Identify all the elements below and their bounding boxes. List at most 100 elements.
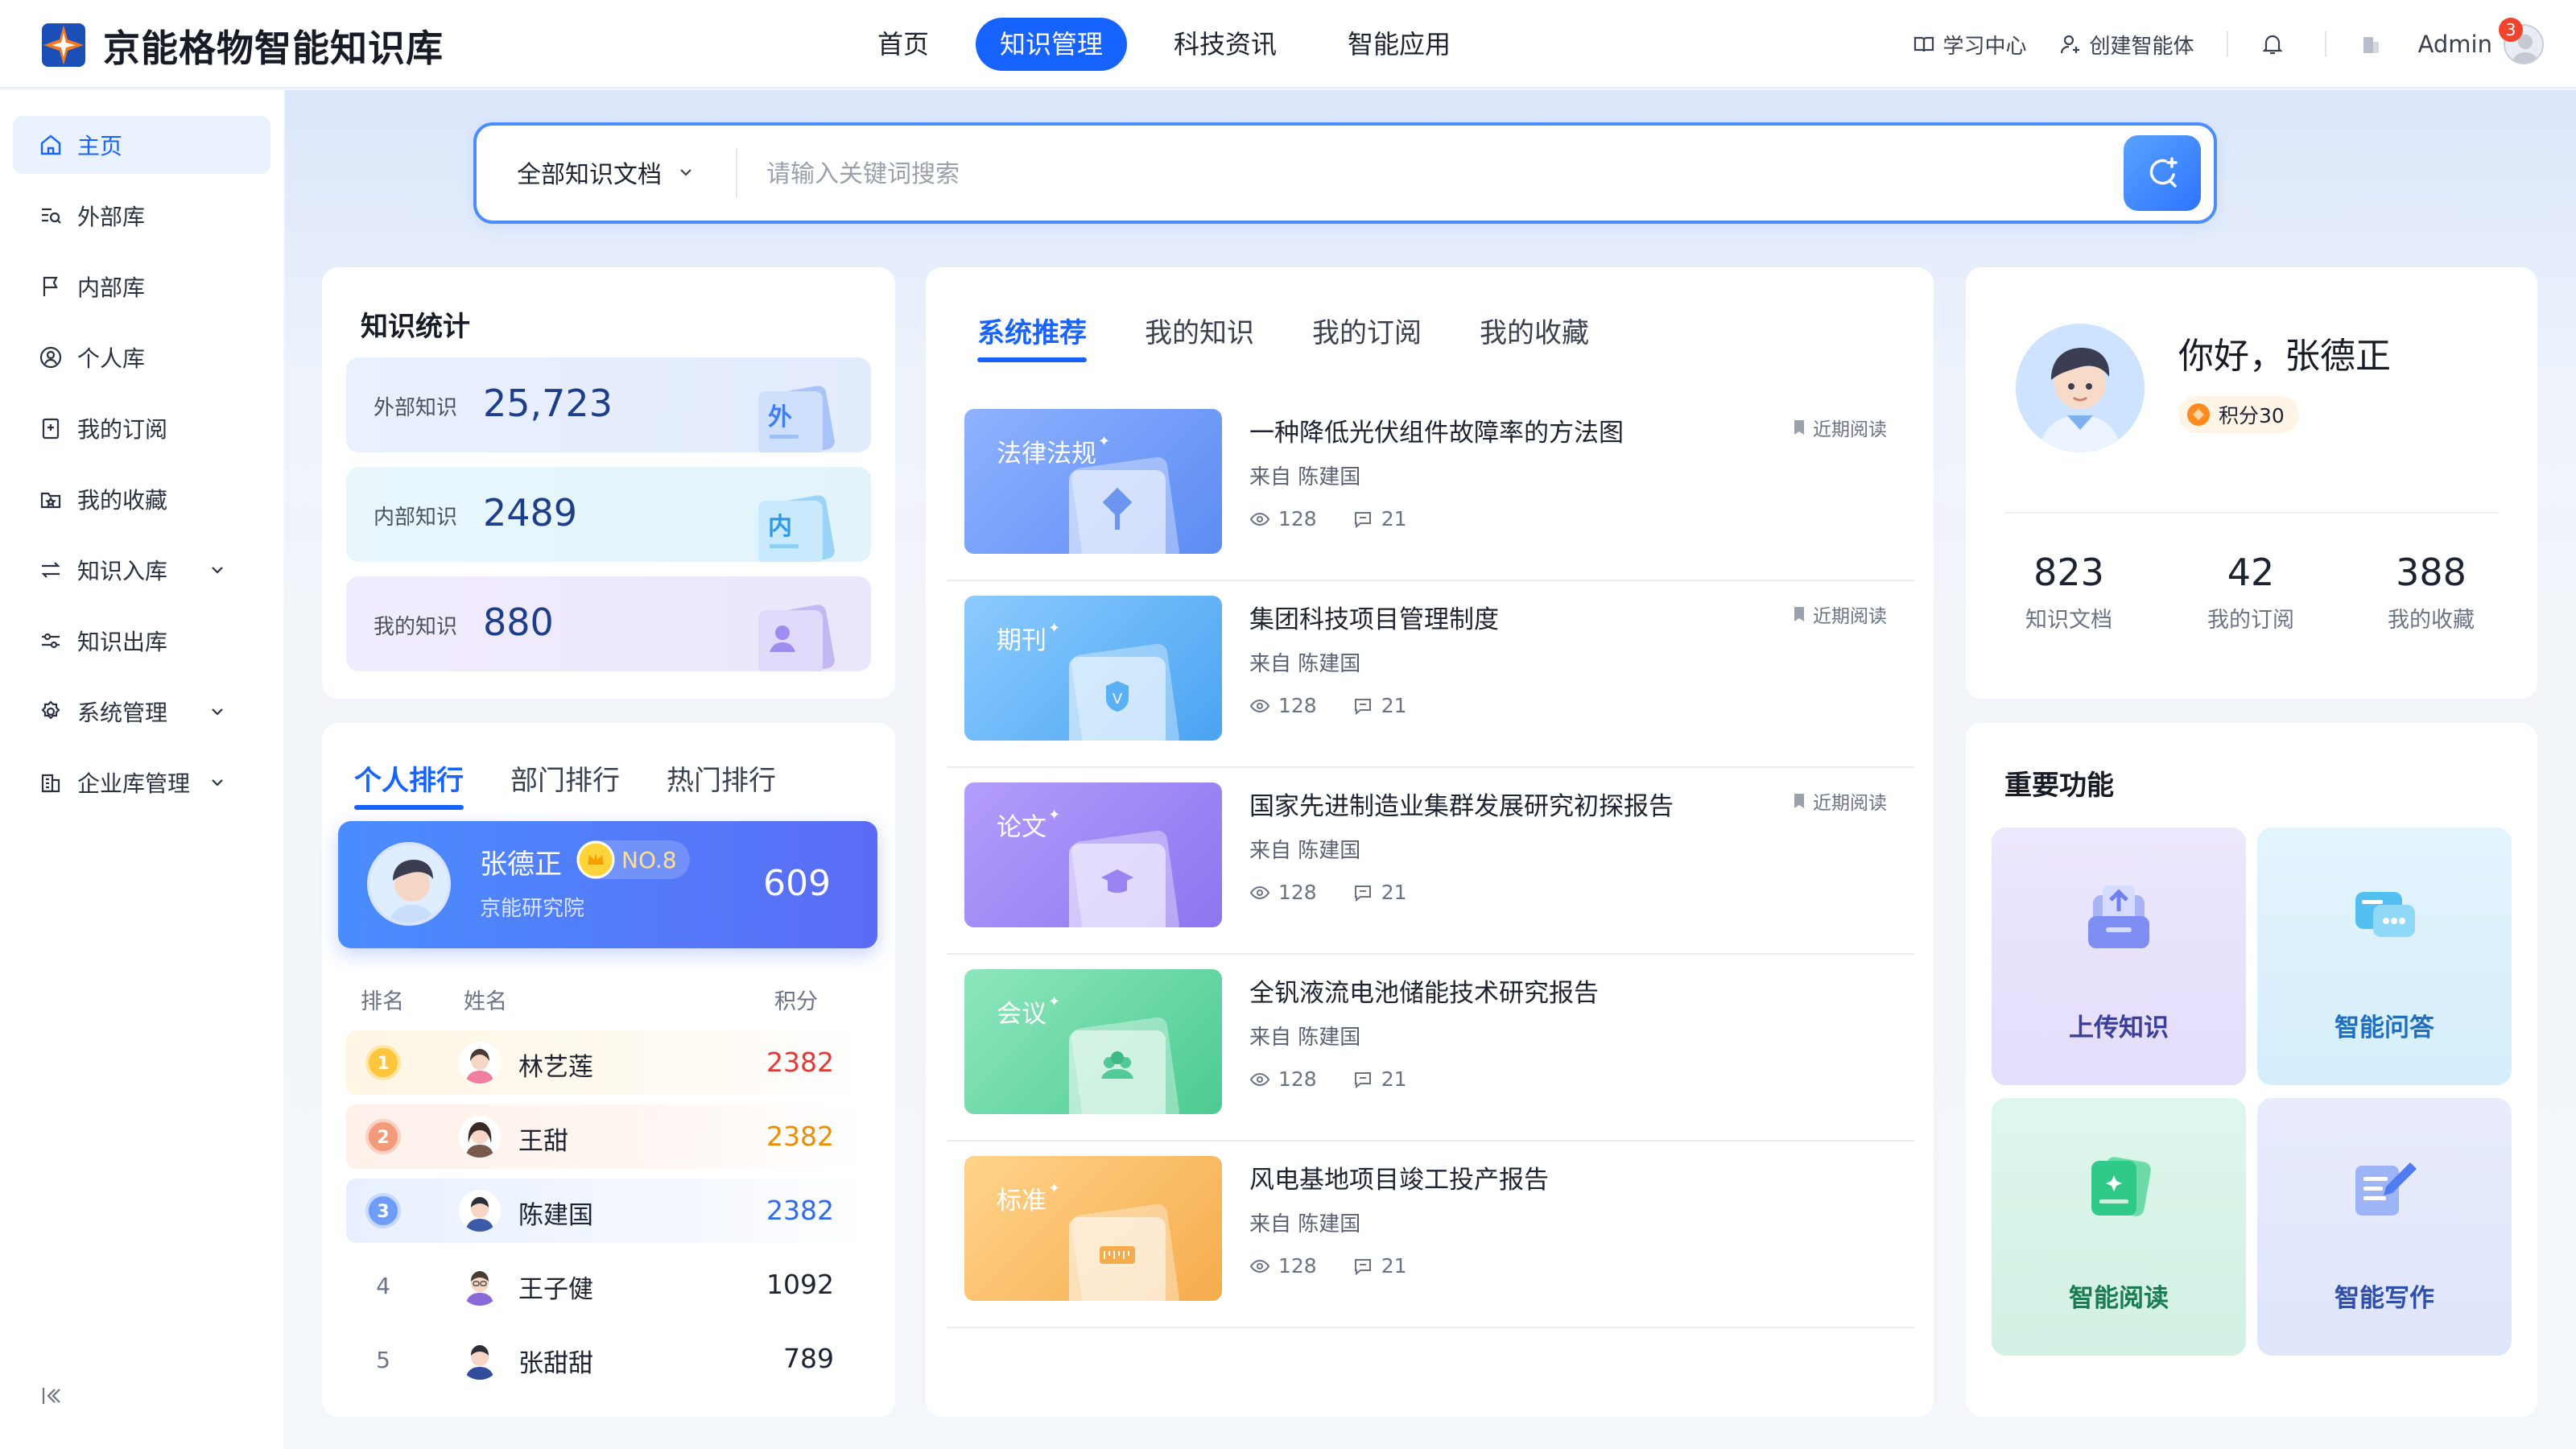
nav-smart-apps[interactable]: 智能应用 xyxy=(1323,18,1475,71)
smart-qa-button[interactable]: 智能问答 xyxy=(2257,828,2512,1085)
sidebar-item-label: 企业库管理 xyxy=(77,770,191,797)
silver-medal-icon: 2 xyxy=(365,1119,401,1154)
sidebar-item-knowledge-import[interactable]: 知识入库 xyxy=(13,541,270,599)
stat-mine[interactable]: 我的知识 880 xyxy=(346,576,871,671)
row-rank: 4 xyxy=(376,1273,390,1299)
sidebar-item-label: 个人库 xyxy=(77,345,146,372)
search-input[interactable] xyxy=(766,150,2054,198)
stat-label: 内部知识 xyxy=(374,506,458,530)
feed-tabs: 系统推荐 我的知识 我的订阅 我的收藏 xyxy=(977,311,1636,362)
my-rank-name: 张德正 xyxy=(480,848,562,881)
stat-value: 25,723 xyxy=(483,382,613,425)
list-item[interactable]: 法律法规 ✦ 一种降低光伏组件故障率的方法图 来自 陈建国 128 21 近期阅读 xyxy=(947,394,1914,581)
create-agent-link[interactable]: 创建智能体 xyxy=(2059,30,2194,60)
user-menu[interactable]: Admin 3 xyxy=(2418,18,2544,64)
comment-icon xyxy=(1354,511,1371,528)
list-item[interactable]: 会议 ✦ 全钒液流电池储能技术研究报告 来自 陈建国 128 21 xyxy=(947,955,1914,1141)
main-nav: 首页 知识管理 科技资讯 智能应用 xyxy=(853,18,1475,71)
sidebar-item-knowledge-export[interactable]: 知识出库 xyxy=(13,612,270,670)
nav-knowledge-management[interactable]: 知识管理 xyxy=(976,18,1128,71)
chevron-down-icon xyxy=(212,708,223,716)
tab-my-favorites[interactable]: 我的收藏 xyxy=(1480,311,1589,359)
item-title: 国家先进制造业集群发展研究初探报告 xyxy=(1249,792,1674,821)
my-rank-banner: 张德正 NO.8 京能研究院 609 xyxy=(338,821,877,948)
upload-knowledge-button[interactable]: 上传知识 xyxy=(1992,828,2246,1085)
smart-reading-button[interactable]: 智能阅读 xyxy=(1992,1098,2246,1356)
stat-value: 2489 xyxy=(483,491,578,535)
comment-icon xyxy=(1354,1258,1371,1275)
bookmark-icon xyxy=(1794,607,1804,621)
nav-home[interactable]: 首页 xyxy=(853,18,953,71)
item-meta: 128 21 xyxy=(1249,507,1407,530)
search-scope-select[interactable]: 全部知识文档 xyxy=(517,155,696,190)
smart-writing-button[interactable]: 智能写作 xyxy=(2257,1098,2512,1356)
sidebar-item-label: 外部库 xyxy=(77,204,146,230)
features-title: 重要功能 xyxy=(2004,770,2114,802)
stat-favorites[interactable]: 388 我的收藏 xyxy=(2343,551,2520,634)
tab-personal-ranking[interactable]: 个人排行 xyxy=(354,758,464,810)
sidebar-item-external[interactable]: 外部库 xyxy=(13,187,270,245)
bronze-medal-icon: 3 xyxy=(365,1193,401,1228)
list-item[interactable]: V 期刊 ✦ 集团科技项目管理制度 来自 陈建国 128 21 近期阅读 xyxy=(947,581,1914,768)
rank-badge: NO.8 xyxy=(576,840,690,879)
row-name: 陈建国 xyxy=(518,1201,593,1230)
tab-my-knowledge[interactable]: 我的知识 xyxy=(1145,311,1254,359)
tab-recommended[interactable]: 系统推荐 xyxy=(977,311,1087,362)
avatar xyxy=(459,1190,501,1232)
crown-icon xyxy=(576,840,615,879)
bookmark-add-icon xyxy=(42,418,60,440)
sidebar-item-internal[interactable]: 内部库 xyxy=(13,258,270,316)
table-row[interactable]: 5 张甜甜 789 xyxy=(346,1327,866,1391)
row-name: 王甜 xyxy=(518,1127,568,1156)
feature-label: 上传知识 xyxy=(2069,1013,2169,1042)
enterprise-switch-button[interactable] xyxy=(2359,32,2391,56)
search-button[interactable] xyxy=(2124,135,2201,211)
comment-icon xyxy=(1354,885,1371,902)
stat-label: 我的订阅 xyxy=(2207,608,2294,633)
sidebar-item-home[interactable]: 主页 xyxy=(13,116,270,174)
stat-documents[interactable]: 823 知识文档 xyxy=(1980,551,2157,634)
collapse-sidebar-icon[interactable] xyxy=(39,1383,64,1409)
avatar xyxy=(367,842,451,926)
sidebar-item-system-management[interactable]: 系统管理 xyxy=(13,683,270,741)
user-add-icon xyxy=(2060,35,2079,54)
sidebar-item-favorites[interactable]: 我的收藏 xyxy=(13,470,270,528)
comment-icon xyxy=(1354,1071,1371,1088)
list-item[interactable]: 论文 ✦ 国家先进制造业集群发展研究初探报告 来自 陈建国 128 21 近期阅读 xyxy=(947,768,1914,955)
tab-department-ranking[interactable]: 部门排行 xyxy=(510,758,620,807)
table-row[interactable]: 1 林艺莲 2382 xyxy=(346,1030,866,1095)
sidebar-item-enterprise-management[interactable]: 企业库管理 xyxy=(13,753,270,811)
comment-count: 21 xyxy=(1381,1067,1407,1091)
notification-button[interactable] xyxy=(2260,32,2293,56)
item-title: 风电基地项目竣工投产报告 xyxy=(1249,1166,1549,1195)
table-row[interactable]: 2 王甜 2382 xyxy=(346,1104,866,1169)
nav-tech-news[interactable]: 科技资讯 xyxy=(1150,18,1301,71)
feature-label: 智能写作 xyxy=(2334,1284,2434,1313)
sidebar-item-label: 知识出库 xyxy=(77,629,168,655)
recent-read-label: 近期阅读 xyxy=(1813,606,1887,627)
stat-external[interactable]: 外部知识 25,723 外 xyxy=(346,357,871,452)
header-tools: 学习中心 创建智能体 Admin 3 xyxy=(1880,18,2544,68)
my-rank-dept: 京能研究院 xyxy=(480,897,585,921)
avatar xyxy=(459,1264,501,1306)
learning-center-link[interactable]: 学习中心 xyxy=(1913,30,2027,60)
table-row[interactable]: 3 陈建国 2382 xyxy=(346,1179,866,1243)
eye-icon xyxy=(1249,1072,1270,1086)
sidebar-item-subscriptions[interactable]: 我的订阅 xyxy=(13,399,270,457)
table-row[interactable]: 4 王子健 1092 xyxy=(346,1253,866,1317)
sidebar-item-label: 知识入库 xyxy=(77,558,168,584)
top-bar: 京能格物智能知识库 首页 知识管理 科技资讯 智能应用 学习中心 创建智能体 A… xyxy=(0,0,2576,89)
list-item[interactable]: 标准 ✦ 风电基地项目竣工投产报告 来自 陈建国 128 21 xyxy=(947,1141,1914,1328)
row-score: 1092 xyxy=(766,1269,834,1300)
thumbnail-conference: 会议 ✦ xyxy=(964,969,1222,1114)
tab-hot-ranking[interactable]: 热门排行 xyxy=(667,758,776,807)
tab-my-subscriptions[interactable]: 我的订阅 xyxy=(1312,311,1422,359)
stat-value: 823 xyxy=(2033,551,2104,594)
folder-star-icon xyxy=(40,492,61,509)
stat-subscriptions[interactable]: 42 我的订阅 xyxy=(2162,551,2339,634)
sidebar-item-personal[interactable]: 个人库 xyxy=(13,328,270,386)
view-count: 128 xyxy=(1278,1067,1317,1091)
reading-cards-icon xyxy=(2091,1157,2151,1216)
book-icon xyxy=(1913,36,1934,52)
stat-internal[interactable]: 内部知识 2489 内 xyxy=(346,467,871,562)
